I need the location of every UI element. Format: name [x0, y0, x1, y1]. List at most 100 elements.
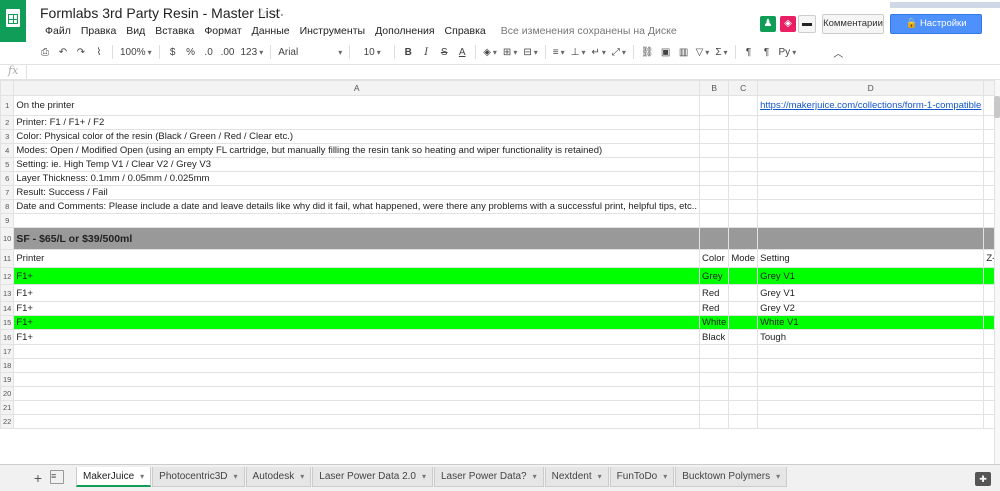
menu-file[interactable]: Файл	[40, 24, 76, 38]
cell-A18[interactable]	[13, 358, 701, 373]
cell-B16[interactable]: Black	[699, 329, 730, 345]
cell-A22[interactable]	[13, 414, 701, 429]
row-header[interactable]: 8	[0, 199, 15, 214]
text-color-icon[interactable]: A	[453, 43, 471, 61]
zoom-select[interactable]: 100%	[117, 43, 155, 61]
cell-C3[interactable]	[728, 129, 759, 144]
cell-D4[interactable]	[757, 143, 985, 158]
bold-icon[interactable]: B	[399, 43, 417, 61]
cell-A4[interactable]: Modes: Open / Modified Open (using an em…	[13, 143, 701, 158]
cell-E19[interactable]	[983, 372, 994, 387]
cell-C11[interactable]: Mode	[728, 249, 759, 268]
cell-E10[interactable]	[983, 227, 994, 250]
column-header[interactable]: E	[983, 80, 994, 96]
cell-B6[interactable]	[699, 171, 730, 186]
cell-D11[interactable]: Setting	[757, 249, 985, 268]
cell-D17[interactable]	[757, 344, 985, 359]
row-header[interactable]: 17	[0, 344, 15, 359]
sheet-tab[interactable]: MakerJuice ▾	[76, 467, 152, 487]
cell-E17[interactable]	[983, 344, 994, 359]
cell-C21[interactable]	[728, 400, 759, 415]
cell-B1[interactable]	[699, 95, 730, 116]
cell-D20[interactable]	[757, 386, 985, 401]
cell-A7[interactable]: Result: Success / Fail	[13, 185, 701, 200]
rtl-direction-icon[interactable]: ¶	[758, 43, 776, 61]
undo-icon[interactable]: ↶	[54, 43, 72, 61]
cell-E6[interactable]	[983, 171, 994, 186]
vertical-scrollbar[interactable]	[994, 80, 1000, 464]
italic-icon[interactable]: I	[417, 43, 435, 61]
row-header[interactable]: 10	[0, 227, 15, 250]
cell-D21[interactable]	[757, 400, 985, 415]
strikethrough-icon[interactable]: S	[435, 43, 453, 61]
menu-addons[interactable]: Дополнения	[370, 24, 439, 38]
column-header[interactable]: D	[757, 80, 985, 96]
account-area[interactable]	[890, 2, 1000, 8]
cell-A21[interactable]	[13, 400, 701, 415]
cell-B9[interactable]	[699, 213, 730, 228]
cell-C9[interactable]	[728, 213, 759, 228]
chevron-down-icon[interactable]: ▾	[776, 472, 780, 481]
sheet-tab[interactable]: Autodesk ▾	[245, 467, 312, 487]
cell-D2[interactable]	[757, 115, 985, 130]
comments-button[interactable]: Комментарии	[822, 14, 884, 34]
cell-E11[interactable]: Z-Axis Offset	[983, 249, 994, 268]
cell-D7[interactable]	[757, 185, 985, 200]
cell-A19[interactable]	[13, 372, 701, 387]
cell-A16[interactable]: F1+	[13, 329, 701, 345]
row-header[interactable]: 11	[0, 249, 15, 268]
cell-E1[interactable]	[983, 95, 994, 116]
row-header[interactable]: 5	[0, 157, 15, 172]
chat-icon[interactable]: ▬	[798, 15, 816, 33]
cell-D22[interactable]	[757, 414, 985, 429]
cell-A5[interactable]: Setting: ie. High Temp V1 / Clear V2 / G…	[13, 157, 701, 172]
cell-A11[interactable]: Printer	[13, 249, 701, 268]
cell-B7[interactable]	[699, 185, 730, 200]
menu-help[interactable]: Справка	[440, 24, 491, 38]
cell-D10[interactable]	[757, 227, 985, 250]
cell-B12[interactable]: Grey	[699, 267, 730, 285]
cell-E15[interactable]	[983, 315, 994, 330]
insert-chart-icon[interactable]: ▥	[675, 43, 693, 61]
share-button[interactable]: 🔒 Настройки доступа	[890, 14, 982, 47]
cell-E18[interactable]	[983, 358, 994, 373]
menu-edit[interactable]: Правка	[76, 24, 121, 38]
row-header[interactable]: 6	[0, 171, 15, 186]
cell-B17[interactable]	[699, 344, 730, 359]
cell-D19[interactable]	[757, 372, 985, 387]
cell-D3[interactable]	[757, 129, 985, 144]
input-tools-icon[interactable]: Ру	[776, 43, 800, 61]
cell-C8[interactable]	[728, 199, 759, 214]
formula-input[interactable]	[26, 65, 986, 79]
cell-C6[interactable]	[728, 171, 759, 186]
chevron-down-icon[interactable]: ▾	[422, 472, 426, 481]
text-rotate-icon[interactable]: ⤢	[609, 43, 629, 61]
cell-B20[interactable]	[699, 386, 730, 401]
collapse-menus-icon[interactable]: ︿	[829, 43, 847, 61]
cell-A14[interactable]: F1+	[13, 301, 701, 316]
cell-D6[interactable]	[757, 171, 985, 186]
row-header[interactable]: 12	[0, 267, 15, 285]
cell-D9[interactable]	[757, 213, 985, 228]
cell-C12[interactable]	[728, 267, 759, 285]
cell-A20[interactable]	[13, 386, 701, 401]
cell-B8[interactable]	[699, 199, 730, 214]
menu-insert[interactable]: Вставка	[150, 24, 199, 38]
row-header[interactable]: 3	[0, 129, 15, 144]
cell-B2[interactable]	[699, 115, 730, 130]
sheet-tab[interactable]: Nextdent ▾	[544, 467, 609, 487]
row-header[interactable]: 18	[0, 358, 15, 373]
cell-C1[interactable]	[728, 95, 759, 116]
sheet-tab[interactable]: Bucktown Polymers ▾	[675, 467, 788, 487]
cell-E12[interactable]	[983, 267, 994, 285]
cell-B22[interactable]	[699, 414, 730, 429]
row-header[interactable]: 4	[0, 143, 15, 158]
cell-D13[interactable]: Grey V1	[757, 284, 985, 302]
cell-B4[interactable]	[699, 143, 730, 158]
cell-E14[interactable]	[983, 301, 994, 316]
chevron-down-icon[interactable]: ▾	[533, 472, 537, 481]
font-family-select[interactable]: Arial	[275, 43, 345, 61]
cell-C15[interactable]	[728, 315, 759, 330]
cell-E13[interactable]	[983, 284, 994, 302]
row-header[interactable]: 19	[0, 372, 15, 387]
